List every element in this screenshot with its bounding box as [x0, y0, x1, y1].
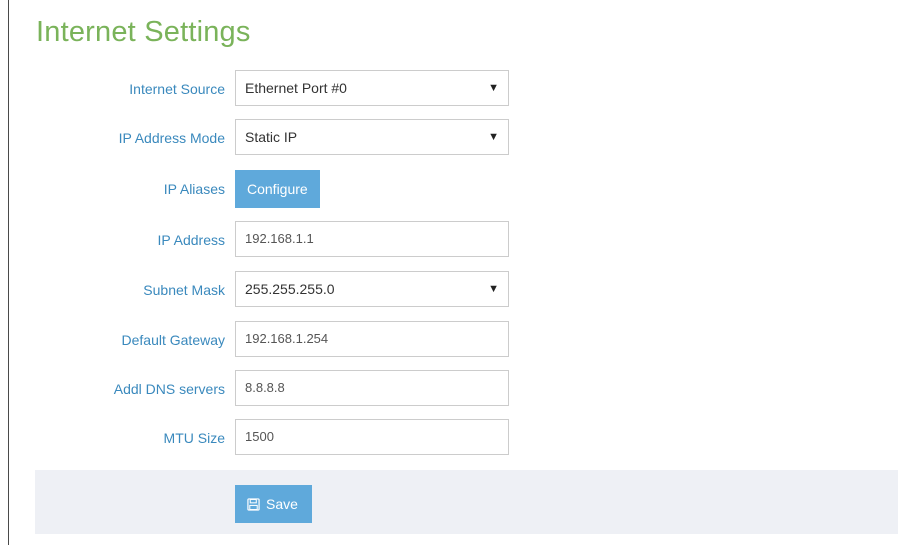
form-footer: Save	[35, 470, 898, 534]
page-title: Internet Settings	[36, 16, 251, 48]
ip-address-mode-select[interactable]: Static IP ▼	[235, 119, 509, 155]
configure-button[interactable]: Configure	[235, 170, 320, 208]
dropdown-caret-icon: ▼	[488, 131, 499, 143]
floppy-disk-icon	[247, 497, 260, 511]
ip-address-input[interactable]: 192.168.1.1	[235, 221, 509, 257]
dropdown-caret-icon: ▼	[488, 82, 499, 94]
internet-source-value: Ethernet Port #0	[245, 80, 347, 96]
save-button-label: Save	[266, 496, 298, 512]
ip-address-label: IP Address	[157, 232, 225, 248]
row-default-gateway: Default Gateway 192.168.1.254	[9, 321, 898, 359]
mtu-size-input[interactable]: 1500	[235, 419, 509, 455]
default-gateway-input[interactable]: 192.168.1.254	[235, 321, 509, 357]
row-ip-address: IP Address 192.168.1.1	[9, 221, 898, 259]
internet-source-select[interactable]: Ethernet Port #0 ▼	[235, 70, 509, 106]
ip-address-mode-label: IP Address Mode	[118, 130, 225, 146]
default-gateway-label: Default Gateway	[121, 332, 226, 348]
settings-panel: Internet Settings Internet Source Ethern…	[8, 0, 898, 545]
subnet-mask-label: Subnet Mask	[143, 282, 225, 298]
addl-dns-label: Addl DNS servers	[113, 381, 225, 397]
internet-source-label: Internet Source	[129, 81, 225, 97]
subnet-mask-value: 255.255.255.0	[245, 281, 335, 297]
ip-address-mode-value: Static IP	[245, 129, 298, 145]
row-subnet-mask: Subnet Mask 255.255.255.0 ▼	[9, 271, 898, 309]
row-ip-aliases: IP Aliases Configure	[9, 170, 898, 208]
save-button[interactable]: Save	[235, 485, 312, 523]
addl-dns-input[interactable]: 8.8.8.8	[235, 370, 509, 406]
ip-aliases-label: IP Aliases	[163, 181, 225, 197]
row-mtu-size: MTU Size 1500	[9, 419, 898, 457]
dropdown-caret-icon: ▼	[488, 283, 499, 295]
row-internet-source: Internet Source Ethernet Port #0 ▼	[9, 70, 898, 108]
row-addl-dns: Addl DNS servers 8.8.8.8	[9, 370, 898, 408]
row-ip-address-mode: IP Address Mode Static IP ▼	[9, 119, 898, 157]
mtu-size-label: MTU Size	[163, 430, 225, 446]
subnet-mask-select[interactable]: 255.255.255.0 ▼	[235, 271, 509, 307]
